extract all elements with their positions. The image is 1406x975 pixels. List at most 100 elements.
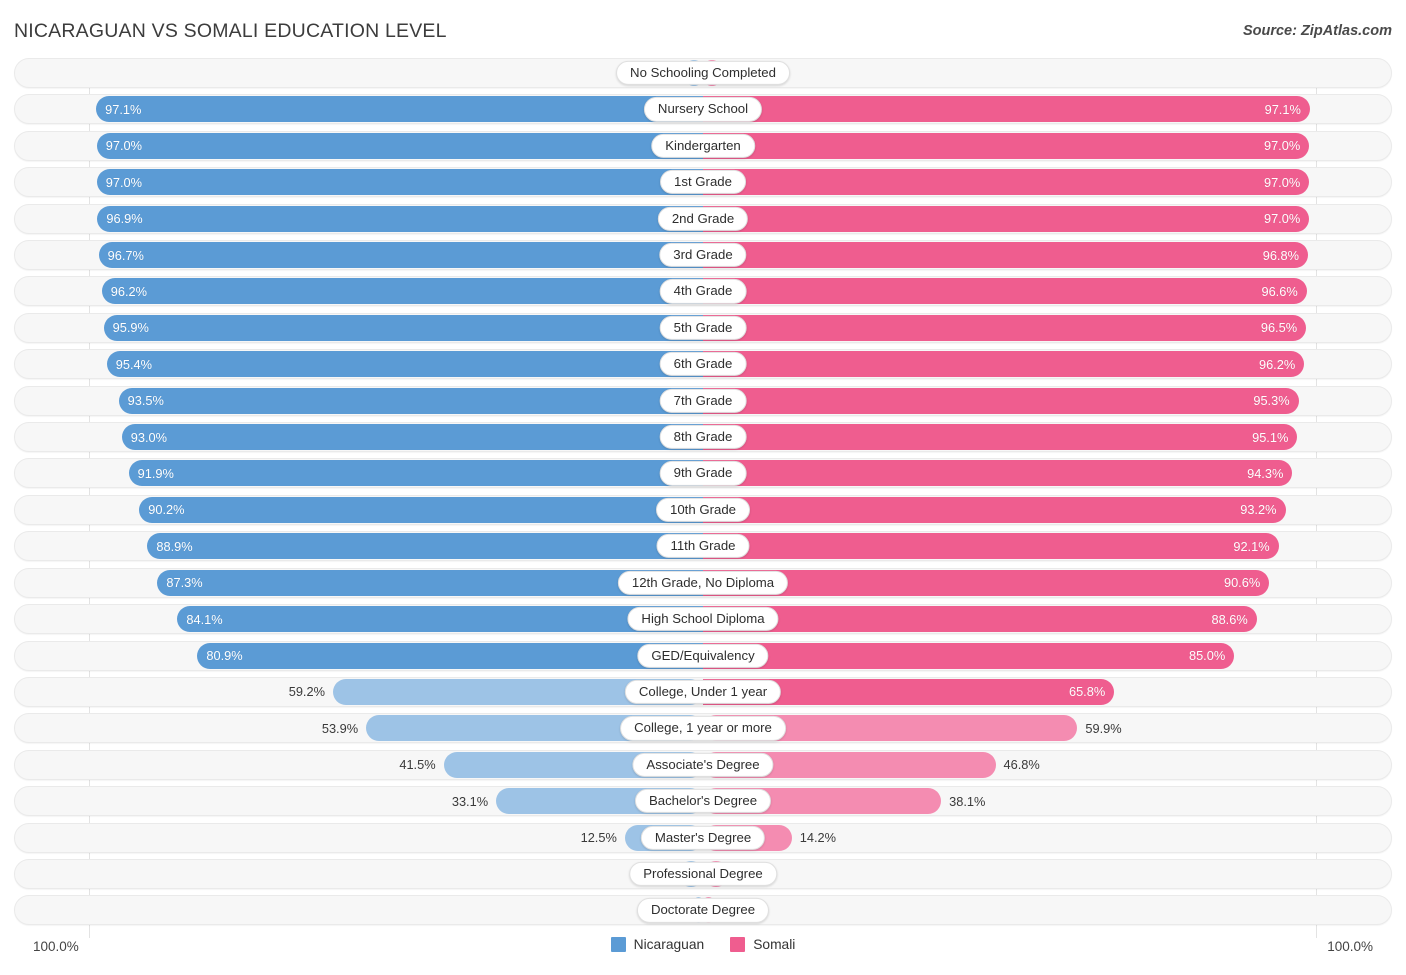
row-half-left: 41.5%	[15, 751, 703, 779]
row-half-right: 97.0%	[703, 168, 1391, 196]
bar-nicaraguan: 96.9%	[97, 206, 703, 232]
bar-value-nicaraguan: 33.1%	[444, 794, 496, 809]
row-half-left: 93.5%	[15, 387, 703, 415]
page-title: NICARAGUAN VS SOMALI EDUCATION LEVEL	[14, 20, 447, 43]
row-category-label: 11th Grade	[656, 534, 749, 558]
chart-row: 33.1%38.1%Bachelor's Degree	[14, 786, 1392, 816]
row-half-right: 59.9%	[703, 714, 1391, 742]
bar-somali: 90.6%	[703, 570, 1269, 596]
row-half-left: 84.1%	[15, 605, 703, 633]
row-half-right: 97.0%	[703, 132, 1391, 160]
row-half-left: 95.9%	[15, 314, 703, 342]
bar-value-nicaraguan: 95.4%	[116, 357, 152, 372]
row-category-label: 12th Grade, No Diploma	[618, 571, 788, 595]
row-category-label: Doctorate Degree	[637, 898, 769, 922]
chart-row: 96.7%96.8%3rd Grade	[14, 240, 1392, 270]
bar-somali: 95.3%	[703, 388, 1299, 414]
row-half-right: 95.1%	[703, 423, 1391, 451]
chart-row: 90.2%93.2%10th Grade	[14, 495, 1392, 525]
chart-row: 97.1%97.1%Nursery School	[14, 94, 1392, 124]
row-category-label: Bachelor's Degree	[635, 789, 771, 813]
legend-item[interactable]: Nicaraguan	[611, 937, 705, 952]
row-half-left: 87.3%	[15, 569, 703, 597]
bar-somali: 96.2%	[703, 351, 1304, 377]
row-half-left: 91.9%	[15, 459, 703, 487]
bar-value-somali: 97.1%	[1265, 102, 1301, 117]
row-category-label: GED/Equivalency	[637, 643, 768, 667]
chart-row: 95.4% 96.2%6th Grade	[14, 349, 1392, 379]
row-half-right: 90.6%	[703, 569, 1391, 597]
chart-row: 97.0%97.0%1st Grade	[14, 167, 1392, 197]
bar-value-nicaraguan: 97.0%	[106, 175, 142, 190]
bar-value-nicaraguan: 53.9%	[314, 721, 366, 736]
bar-somali: 96.8%	[703, 242, 1308, 268]
bar-value-somali: 65.8%	[1069, 684, 1105, 699]
chart-row: 80.9% 85.0% GED/Equivalency	[14, 641, 1392, 671]
row-half-left: 88.9%	[15, 532, 703, 560]
legend-label: Somali	[753, 937, 795, 952]
row-half-right: 97.0%	[703, 205, 1391, 233]
bar-somali: 92.1%	[703, 533, 1279, 559]
legend-swatch-icon	[611, 937, 626, 952]
bar-value-nicaraguan: 91.9%	[138, 466, 174, 481]
row-category-label: Kindergarten	[651, 134, 755, 158]
chart-row: 97.0% 97.0% Kindergarten	[14, 131, 1392, 161]
bar-value-somali: 85.0%	[1189, 648, 1225, 663]
row-half-left: 97.1%	[15, 95, 703, 123]
bar-value-somali: 97.0%	[1264, 211, 1300, 226]
bar-nicaraguan: 93.5%	[119, 388, 703, 414]
bar-nicaraguan: 90.2%	[139, 497, 703, 523]
row-half-right: 95.3%	[703, 387, 1391, 415]
bar-value-somali: 94.3%	[1247, 466, 1283, 481]
bar-somali: 85.0%	[703, 643, 1234, 669]
bar-value-nicaraguan: 97.0%	[106, 138, 142, 153]
row-half-left: 90.2%	[15, 496, 703, 524]
bar-value-somali: 95.1%	[1252, 430, 1288, 445]
chart-row: 1.5%1.7%Doctorate Degree	[14, 895, 1392, 925]
chart-row: 91.9% 94.3% 9th Grade	[14, 458, 1392, 488]
bar-somali: 96.6%	[703, 278, 1307, 304]
bar-nicaraguan: 93.0%	[122, 424, 703, 450]
row-half-left: 3.9%	[15, 860, 703, 888]
source-attribution: Source: ZipAtlas.com	[1243, 23, 1392, 39]
row-category-label: 9th Grade	[660, 461, 747, 485]
row-category-label: 1st Grade	[660, 170, 746, 194]
bar-value-nicaraguan: 41.5%	[391, 757, 443, 772]
bar-value-nicaraguan: 80.9%	[206, 648, 242, 663]
legend-swatch-icon	[730, 937, 745, 952]
row-half-right: 4.1%	[703, 860, 1391, 888]
chart-row: 3.9%4.1%Professional Degree	[14, 859, 1392, 889]
row-half-left: 33.1%	[15, 787, 703, 815]
bar-somali: 93.2%	[703, 497, 1286, 523]
bar-nicaraguan: 96.2%	[102, 278, 703, 304]
row-half-left: 96.2%	[15, 277, 703, 305]
chart-row: 95.9%96.5%5th Grade	[14, 313, 1392, 343]
bar-nicaraguan: 96.7%	[99, 242, 703, 268]
row-half-left: 93.0%	[15, 423, 703, 451]
bar-nicaraguan: 95.4%	[107, 351, 703, 377]
row-half-left: 96.7%	[15, 241, 703, 269]
row-half-left: 97.0%	[15, 168, 703, 196]
bar-nicaraguan: 80.9%	[197, 643, 703, 669]
row-half-right: 88.6%	[703, 605, 1391, 633]
bar-nicaraguan: 97.0%	[97, 133, 703, 159]
legend-item[interactable]: Somali	[730, 937, 795, 952]
bar-value-nicaraguan: 93.0%	[131, 430, 167, 445]
bar-somali: 88.6%	[703, 606, 1257, 632]
bar-value-nicaraguan: 88.9%	[156, 539, 192, 554]
chart-footer: 100.0% 100.0% NicaraguanSomali	[14, 935, 1392, 961]
bar-value-somali: 93.2%	[1240, 502, 1276, 517]
bar-value-somali: 92.1%	[1233, 539, 1269, 554]
chart-row: 96.9%97.0%2nd Grade	[14, 204, 1392, 234]
row-half-right: 97.1%	[703, 95, 1391, 123]
bar-nicaraguan: 97.1%	[96, 96, 703, 122]
bar-value-somali: 59.9%	[1077, 721, 1129, 736]
bar-value-somali: 97.0%	[1264, 138, 1300, 153]
chart-plot-area: 2.9%2.9%No Schooling Completed97.1%97.1%…	[14, 58, 1392, 938]
row-category-label: Professional Degree	[629, 862, 777, 886]
row-category-label: Nursery School	[644, 97, 762, 121]
bar-value-somali: 88.6%	[1211, 612, 1247, 627]
bar-somali: 97.1%	[703, 96, 1310, 122]
row-category-label: 6th Grade	[660, 352, 747, 376]
bar-nicaraguan: 95.9%	[104, 315, 703, 341]
